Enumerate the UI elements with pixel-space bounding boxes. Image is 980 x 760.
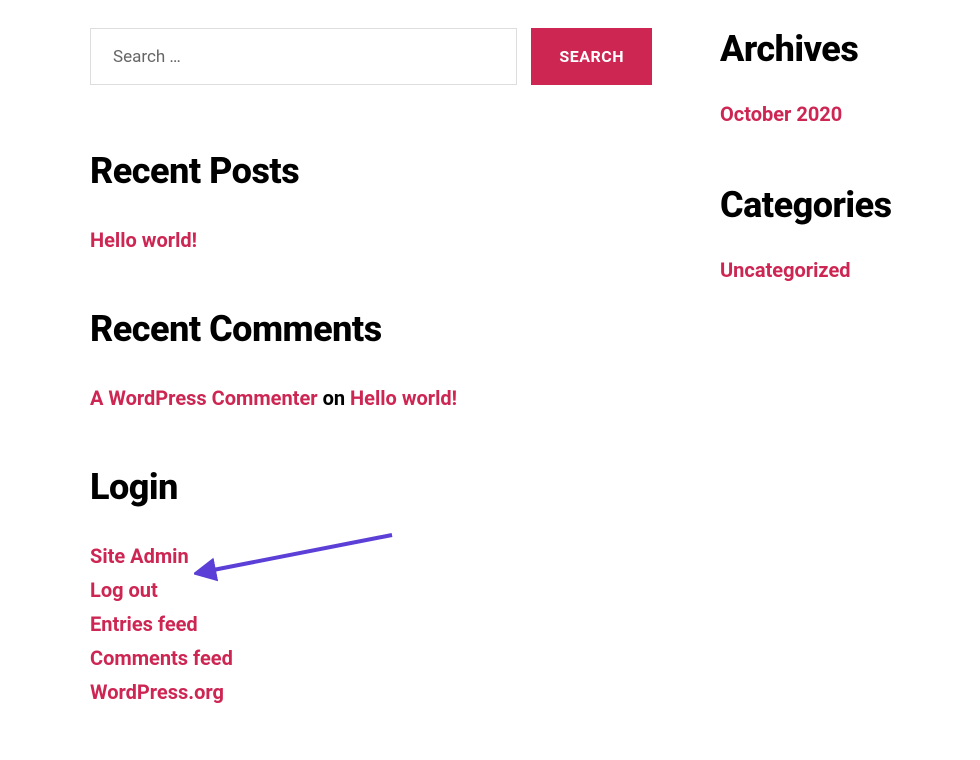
comments-feed-link[interactable]: Comments feed xyxy=(90,646,233,670)
recent-comment-item: A WordPress Commenter on Hello world! xyxy=(90,386,652,410)
archives-title: Archives xyxy=(720,28,920,70)
list-item: Entries feed xyxy=(90,612,652,636)
search-button[interactable]: SEARCH xyxy=(531,28,652,85)
recent-comments-title: Recent Comments xyxy=(90,308,652,350)
archive-link[interactable]: October 2020 xyxy=(720,102,842,126)
search-input[interactable] xyxy=(90,28,517,85)
recent-comments-widget: Recent Comments A WordPress Commenter on… xyxy=(90,308,652,410)
search-form: SEARCH xyxy=(90,28,652,85)
category-link[interactable]: Uncategorized xyxy=(720,258,851,282)
wordpress-org-link[interactable]: WordPress.org xyxy=(90,680,224,704)
log-out-link[interactable]: Log out xyxy=(90,578,158,602)
list-item: Comments feed xyxy=(90,646,652,670)
archives-widget: Archives October 2020 xyxy=(720,28,920,126)
site-admin-link[interactable]: Site Admin xyxy=(90,544,189,568)
recent-posts-title: Recent Posts xyxy=(90,150,652,192)
login-title: Login xyxy=(90,466,652,508)
comment-on-text: on xyxy=(323,386,350,410)
recent-posts-widget: Recent Posts Hello world! xyxy=(90,150,652,252)
categories-widget: Categories Uncategorized xyxy=(720,184,920,282)
list-item: WordPress.org xyxy=(90,680,652,704)
recent-post-link[interactable]: Hello world! xyxy=(90,228,197,252)
categories-title: Categories xyxy=(720,184,920,226)
comment-post-link[interactable]: Hello world! xyxy=(350,386,457,410)
comment-author-link[interactable]: A WordPress Commenter xyxy=(90,386,318,410)
login-widget: Login Site Admin Log out Entries feed Co… xyxy=(90,466,652,704)
list-item: Log out xyxy=(90,578,652,602)
entries-feed-link[interactable]: Entries feed xyxy=(90,612,198,636)
list-item: Site Admin xyxy=(90,544,652,568)
